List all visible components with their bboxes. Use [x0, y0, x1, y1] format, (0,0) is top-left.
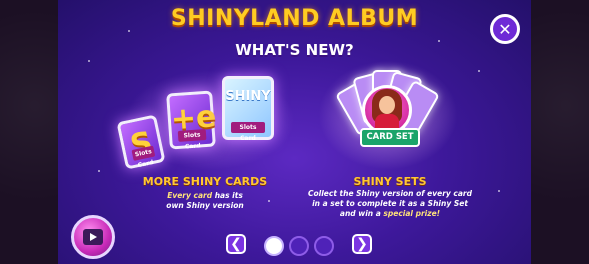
close-icon: ✕ — [498, 19, 512, 39]
card-set-ribbon: CARD SET — [360, 128, 420, 147]
chevron-left-icon: ❮ — [230, 236, 242, 252]
page-dot-2[interactable] — [289, 236, 309, 256]
screen: SHINYLAND ALBUM WHAT'S NEW? ✕ S Slots Ca… — [0, 0, 589, 264]
page-subtitle: WHAT'S NEW? — [235, 41, 354, 59]
video-button[interactable] — [71, 215, 115, 259]
character-face — [379, 96, 395, 114]
desc-line3-bold: special prize! — [383, 209, 441, 218]
desc-line3-pre: and win a — [339, 209, 384, 218]
close-button[interactable]: ✕ — [490, 14, 520, 44]
card-caption: Slots Card — [231, 122, 265, 142]
video-icon — [83, 229, 103, 245]
more-shiny-cards-heading: MORE SHINY CARDS — [142, 175, 268, 188]
left-background-bar — [0, 0, 58, 264]
next-page-button[interactable]: ❯ — [352, 234, 372, 254]
more-shiny-cards-description: Every card has its own Shiny version — [120, 191, 290, 211]
shiny-sets-description: Collect the Shiny version of every card … — [298, 189, 482, 219]
shiny-card-2: +e Slots Card — [166, 90, 218, 150]
right-background-bar — [531, 0, 589, 264]
card-caption: Slots Card — [177, 128, 207, 150]
chevron-right-icon: ❯ — [356, 236, 368, 252]
shiny-sets-heading: SHINY SETS — [353, 175, 427, 188]
prev-page-button[interactable]: ❮ — [226, 234, 246, 254]
page-dot-1[interactable] — [264, 236, 284, 256]
desc-line1: Collect the Shiny version of every card — [308, 189, 472, 198]
desc-rest: has its — [212, 191, 243, 200]
desc-line2: own Shiny version — [166, 201, 244, 210]
desc-line2: in a set to complete it as a Shiny Set — [312, 199, 468, 208]
desc-bold: Every card — [167, 191, 213, 200]
page-dot-3[interactable] — [314, 236, 334, 256]
shiny-card-3: SHINY Slots Card — [222, 76, 274, 142]
card-shiny-word: SHINY — [225, 89, 271, 104]
